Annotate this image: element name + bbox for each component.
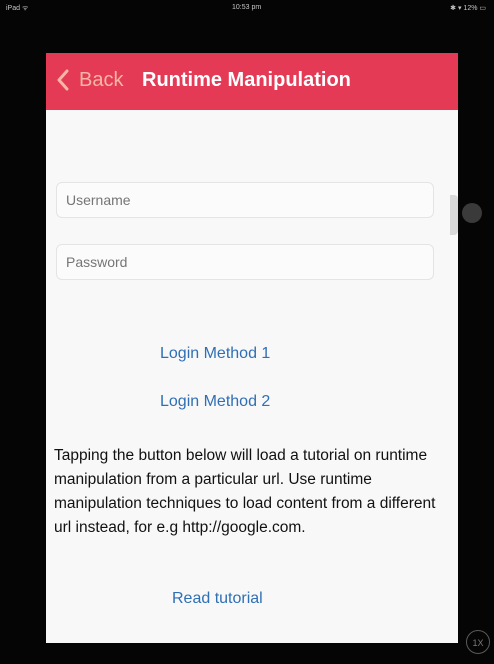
status-bar: iPad ᯤ 10:53 pm ✱ ▾ 12% ▭	[0, 0, 494, 16]
app-screen: Back Runtime Manipulation Login Method 1…	[46, 53, 458, 643]
password-field[interactable]	[56, 244, 434, 280]
ipad-device-frame: iPad ᯤ 10:53 pm ✱ ▾ 12% ▭ Back Runtime M…	[0, 0, 494, 664]
tutorial-description: Tapping the button below will load a tut…	[54, 447, 436, 536]
read-tutorial-button[interactable]: Read tutorial	[172, 590, 263, 608]
status-carrier: iPad ᯤ	[6, 5, 29, 12]
side-drawer-handle[interactable]	[450, 195, 458, 235]
assistive-touch-icon[interactable]	[462, 203, 482, 223]
status-time: 10:53 pm	[232, 4, 262, 11]
login-method-2-button[interactable]: Login Method 2	[160, 393, 270, 411]
back-button[interactable]: Back	[79, 69, 123, 92]
status-battery: ✱ ▾ 12% ▭	[450, 5, 486, 12]
zoom-badge[interactable]: 1X	[466, 630, 490, 654]
navigation-bar: Back Runtime Manipulation	[46, 53, 458, 110]
login-method-1-button[interactable]: Login Method 1	[160, 345, 270, 363]
content-area: Login Method 1 Login Method 2 Tapping th…	[46, 110, 458, 643]
page-title: Runtime Manipulation	[142, 69, 351, 91]
back-chevron-icon[interactable]	[56, 69, 70, 91]
username-field[interactable]	[56, 182, 434, 218]
